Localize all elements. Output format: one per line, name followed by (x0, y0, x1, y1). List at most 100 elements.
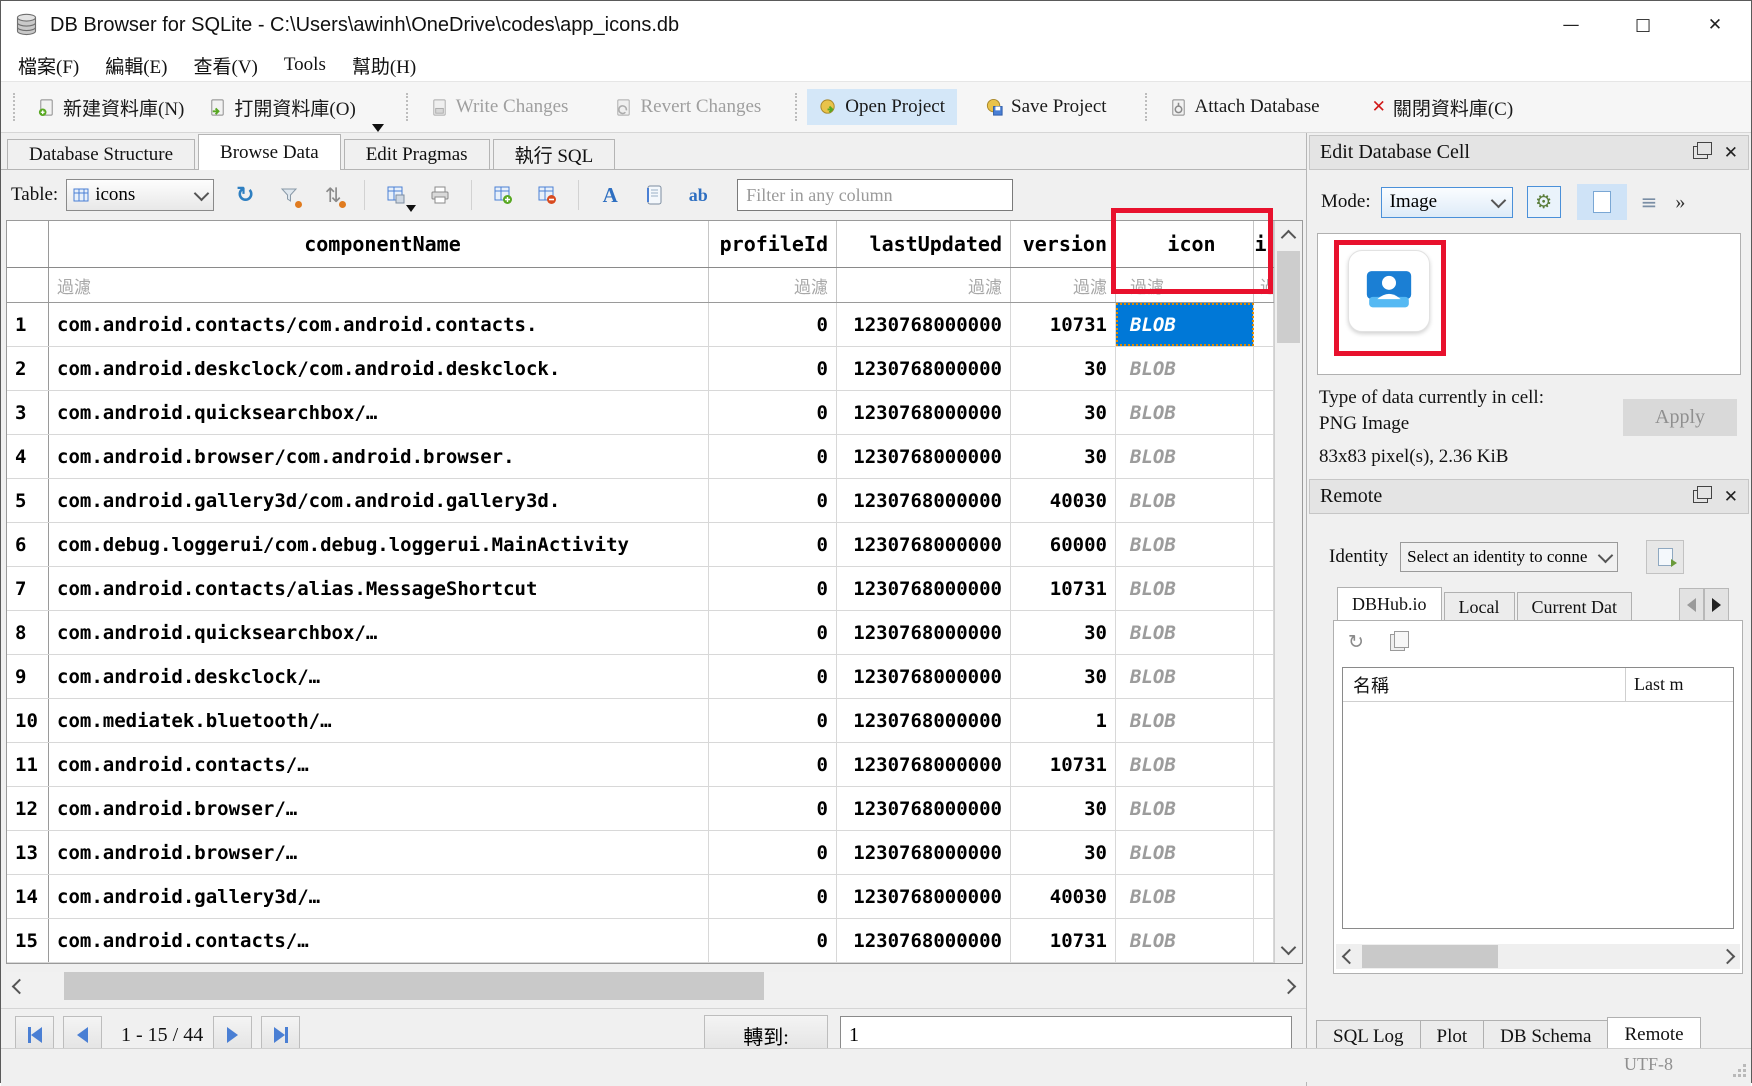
grid-cell[interactable]: com.android.gallery3d/com.android.galler… (49, 479, 709, 522)
grid-cell[interactable]: BLOB (1116, 875, 1254, 918)
grid-cell[interactable]: 14 (7, 875, 49, 918)
grid-cell[interactable] (1254, 523, 1274, 566)
grid-cell[interactable]: BLOB (1116, 787, 1254, 830)
resize-grip[interactable] (1732, 1063, 1746, 1077)
grid-cell[interactable]: 1230768000000 (837, 479, 1011, 522)
grid-cell[interactable]: 0 (709, 655, 837, 698)
col-header-rownum[interactable] (7, 221, 49, 267)
grid-cell[interactable]: 0 (709, 919, 837, 962)
grid-cell[interactable]: 30 (1011, 435, 1116, 478)
grid-cell[interactable]: 1230768000000 (837, 303, 1011, 346)
grid-cell[interactable]: BLOB (1116, 919, 1254, 962)
grid-cell[interactable]: com.android.gallery3d/… (49, 875, 709, 918)
grid-cell[interactable]: 11 (7, 743, 49, 786)
grid-cell[interactable]: 15 (7, 919, 49, 962)
table-row[interactable]: 12com.android.browser/…0123076800000030B… (7, 787, 1274, 831)
save-table-view-button[interactable] (383, 180, 409, 210)
table-row[interactable]: 2com.android.deskclock/com.android.deskc… (7, 347, 1274, 391)
col-header-profileId[interactable]: profileId (709, 221, 837, 267)
open-project-button[interactable]: Open Project (807, 89, 957, 125)
table-row[interactable]: 11com.android.contacts/…0123076800000010… (7, 743, 1274, 787)
grid-cell[interactable] (1254, 611, 1274, 654)
grid-cell[interactable]: 7 (7, 567, 49, 610)
grid-cell[interactable]: 0 (709, 523, 837, 566)
save-project-button[interactable]: Save Project (973, 89, 1119, 125)
table-row[interactable]: 4com.android.browser/com.android.browser… (7, 435, 1274, 479)
grid-cell[interactable]: com.android.browser/com.android.browser. (49, 435, 709, 478)
notebook-button[interactable] (641, 180, 667, 210)
tab-edit-pragmas[interactable]: Edit Pragmas (344, 139, 490, 169)
remote-list-col-lastmodified[interactable]: Last m (1626, 668, 1733, 701)
grid-cell[interactable]: com.debug.loggerui/com.debug.loggerui.Ma… (49, 523, 709, 566)
mode-select[interactable]: Image (1381, 187, 1513, 218)
filter-componentName[interactable]: 過濾 (49, 268, 709, 302)
float-panel-icon[interactable] (1693, 490, 1708, 503)
grid-cell[interactable]: 10731 (1011, 567, 1116, 610)
write-changes-button[interactable]: Write Changes (418, 89, 581, 125)
menu-edit[interactable]: 編輯(E) (92, 52, 180, 79)
grid-cell[interactable]: 1230768000000 (837, 787, 1011, 830)
grid-cell[interactable]: 1 (7, 303, 49, 346)
menu-help[interactable]: 幫助(H) (339, 52, 429, 79)
grid-cell[interactable]: 1230768000000 (837, 435, 1011, 478)
menu-tools[interactable]: Tools (271, 54, 339, 76)
grid-cell[interactable] (1254, 699, 1274, 742)
grid-cell[interactable]: com.android.quicksearchbox/… (49, 391, 709, 434)
font-button[interactable]: A (597, 180, 623, 210)
grid-cell[interactable]: 1230768000000 (837, 743, 1011, 786)
remote-scroll-thumb[interactable] (1362, 945, 1498, 968)
grid-cell[interactable]: 40030 (1011, 875, 1116, 918)
grid-cell[interactable]: 0 (709, 347, 837, 390)
table-row[interactable]: 5com.android.gallery3d/com.android.galle… (7, 479, 1274, 523)
grid-cell[interactable]: BLOB (1116, 435, 1254, 478)
grid-cell[interactable]: 1 (1011, 699, 1116, 742)
save-table-dropdown-icon[interactable] (406, 205, 416, 212)
grid-cell[interactable]: BLOB (1116, 655, 1254, 698)
text-case-button[interactable]: ab (685, 180, 711, 210)
close-database-button[interactable]: ✕ 關閉資料庫(C) (1360, 87, 1526, 128)
grid-cell[interactable]: 0 (709, 567, 837, 610)
grid-cell[interactable]: 9 (7, 655, 49, 698)
identity-select[interactable]: Select an identity to conne (1400, 542, 1618, 572)
grid-cell[interactable]: com.android.contacts/alias.MessageShortc… (49, 567, 709, 610)
table-row[interactable]: 6com.debug.loggerui/com.debug.loggerui.M… (7, 523, 1274, 567)
new-database-button[interactable]: 新建資料庫(N) (25, 87, 196, 128)
grid-cell[interactable]: 10731 (1011, 743, 1116, 786)
horizontal-scroll-thumb[interactable] (64, 972, 764, 1000)
grid-horizontal-scrollbar[interactable] (6, 972, 1301, 1000)
grid-cell[interactable]: com.android.contacts/… (49, 743, 709, 786)
grid-cell[interactable]: 0 (709, 479, 837, 522)
grid-cell[interactable]: 1230768000000 (837, 919, 1011, 962)
grid-cell[interactable] (1254, 391, 1274, 434)
grid-cell[interactable]: 0 (709, 787, 837, 830)
grid-cell[interactable]: 1230768000000 (837, 699, 1011, 742)
tab-scroll-left-button[interactable] (1679, 588, 1704, 621)
filter-lastUpdated[interactable]: 過濾 (837, 268, 1011, 302)
open-database-button[interactable]: 打開資料庫(O) (196, 87, 367, 128)
refresh-remote-button[interactable]: ↻ (1348, 631, 1364, 653)
grid-cell[interactable]: 30 (1011, 611, 1116, 654)
menu-view[interactable]: 查看(V) (181, 52, 271, 79)
grid-cell[interactable]: 0 (709, 611, 837, 654)
import-data-button[interactable]: ⚙ (1527, 186, 1561, 218)
grid-cell[interactable]: BLOB (1116, 523, 1254, 566)
filter-version[interactable]: 過濾 (1011, 268, 1116, 302)
grid-cell[interactable] (1254, 479, 1274, 522)
vertical-scroll-thumb[interactable] (1277, 251, 1300, 343)
grid-cell[interactable] (1254, 567, 1274, 610)
tab-current-database[interactable]: Current Dat (1517, 592, 1632, 621)
grid-cell[interactable]: BLOB (1116, 303, 1254, 346)
table-row[interactable]: 10com.mediatek.bluetooth/…01230768000000… (7, 699, 1274, 743)
grid-cell[interactable]: 13 (7, 831, 49, 874)
grid-cell[interactable]: 10 (7, 699, 49, 742)
remote-list-col-name[interactable]: 名稱 (1343, 668, 1626, 701)
table-row[interactable]: 1com.android.contacts/com.android.contac… (7, 303, 1274, 347)
grid-cell[interactable] (1254, 347, 1274, 390)
scroll-down-button[interactable] (1275, 935, 1302, 963)
menu-file[interactable]: 檔案(F) (5, 52, 92, 79)
col-header-lastUpdated[interactable]: lastUpdated (837, 221, 1011, 267)
grid-cell[interactable]: BLOB (1116, 567, 1254, 610)
grid-cell[interactable]: 4 (7, 435, 49, 478)
grid-cell[interactable]: 1230768000000 (837, 655, 1011, 698)
grid-cell[interactable]: 0 (709, 303, 837, 346)
